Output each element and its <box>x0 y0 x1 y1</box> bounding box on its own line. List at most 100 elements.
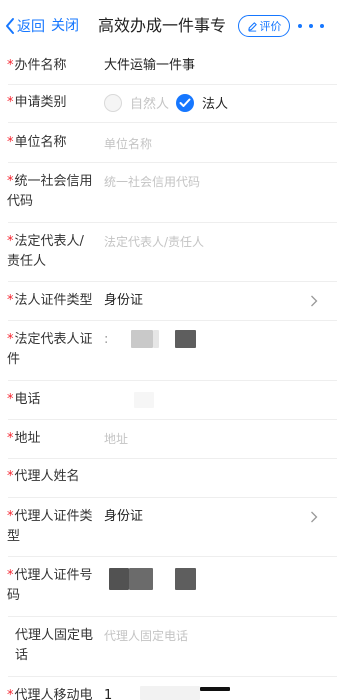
agent-id-type-select[interactable]: 身份证 <box>104 507 143 527</box>
redacted-block <box>200 687 230 691</box>
form-row-legal-rep[interactable]: *法定代表人/责任人 法定代表人/责任人 <box>0 223 337 281</box>
form-row-phone[interactable]: *电话 <box>0 381 337 419</box>
legal-rep-input[interactable]: 法定代表人/责任人 <box>104 232 204 252</box>
radio-label: 自然人 <box>130 97 170 112</box>
unit-name-input[interactable]: 单位名称 <box>104 134 152 154</box>
label-text: 申请类别 <box>14 95 67 110</box>
label-text: 型 <box>7 529 21 544</box>
field-label: *法人证件类型 <box>7 291 97 311</box>
back-label: 返回 <box>17 19 45 35</box>
label-text: 法定代表人/ <box>14 234 84 249</box>
radio-legal-person[interactable]: 法人 <box>176 93 228 112</box>
back-button[interactable]: 返回 <box>4 15 45 37</box>
field-label: *统一社会信用代码 <box>7 172 97 212</box>
label-text: 件 <box>7 352 21 367</box>
radio-natural-person[interactable]: 自然人 <box>104 93 169 112</box>
form-row-agent-name[interactable]: *代理人姓名 <box>0 459 337 497</box>
label-text: 代理人证件类 <box>14 509 93 524</box>
required-mark: * <box>7 95 14 110</box>
required-mark: * <box>7 392 14 407</box>
credit-code-input[interactable]: 统一社会信用代码 <box>104 172 200 192</box>
field-label: *法定代表人证件 <box>7 330 97 370</box>
label-text: 法人证件类型 <box>14 293 93 308</box>
redacted-block <box>140 686 200 700</box>
form-row-agent-id-type[interactable]: *代理人证件类型 身份证 <box>0 498 337 556</box>
field-label: *代理人移动电 <box>7 686 97 700</box>
form-row-agent-landline[interactable]: 代理人固定电话 代理人固定电话 <box>0 617 337 676</box>
label-text: 统一社会信用 <box>14 174 93 189</box>
pencil-icon <box>247 21 257 32</box>
field-label: *地址 <box>7 429 97 449</box>
required-mark: * <box>7 568 14 583</box>
review-label: 评价 <box>259 20 282 33</box>
form-row-legal-id-type[interactable]: *法人证件类型 身份证 <box>0 282 337 320</box>
chevron-left-icon <box>6 18 14 34</box>
form-row-case-name: *办件名称 大件运输一件事 <box>0 52 337 84</box>
more-dot-icon <box>320 24 324 28</box>
more-dot-icon <box>298 24 302 28</box>
form-row-credit-code[interactable]: *统一社会信用 代码 统一社会信用代码 <box>0 163 337 222</box>
required-mark: * <box>7 174 14 189</box>
required-mark: * <box>7 293 14 308</box>
redacted-block <box>175 568 196 590</box>
required-mark: * <box>7 431 14 446</box>
field-label: 代理人固定电话 <box>7 626 97 666</box>
redacted-block <box>175 330 196 348</box>
navigation-bar: 返回 关闭 高效办成一件事专 评价 <box>0 0 337 52</box>
required-mark: * <box>7 332 14 347</box>
radio-label: 法人 <box>202 97 229 112</box>
redacted-block <box>134 392 154 408</box>
form-row-legal-id-number[interactable]: *法定代表人证件 : <box>0 321 337 380</box>
field-label: *代理人证件类型 <box>7 507 97 547</box>
redacted-block <box>129 568 153 590</box>
label-text: 代理人固定电 <box>15 628 94 643</box>
case-name-value: 大件运输一件事 <box>104 58 196 73</box>
redacted-block <box>109 568 129 590</box>
close-button[interactable]: 关闭 <box>51 15 79 37</box>
chevron-right-icon <box>311 295 318 307</box>
label-text: 单位名称 <box>14 135 67 150</box>
chevron-right-icon <box>311 511 318 523</box>
field-label: *单位名称 <box>7 133 97 153</box>
radio-unchecked-icon <box>104 93 122 112</box>
required-mark: * <box>7 58 14 73</box>
required-mark: * <box>7 135 14 150</box>
form-row-address[interactable]: *地址 地址 <box>0 420 337 458</box>
redacted-block <box>131 330 153 348</box>
label-text: 码 <box>7 588 21 603</box>
required-mark: * <box>7 234 14 249</box>
field-label: *办件名称 <box>7 56 97 76</box>
redacted-block <box>153 330 159 348</box>
checkmark-icon <box>176 93 194 112</box>
label-text: 代理人移动电 <box>14 688 93 700</box>
form-row-unit-name[interactable]: *单位名称 单位名称 <box>0 123 337 162</box>
required-mark: * <box>7 469 14 484</box>
label-text: 地址 <box>14 431 41 446</box>
form-row-agent-id-number[interactable]: *代理人证件号码 <box>0 557 337 616</box>
agent-mobile-prefix: 1 <box>104 688 113 700</box>
field-label: *法定代表人/责任人 <box>7 232 97 272</box>
label-text: 代理人证件号 <box>14 568 93 583</box>
form-row-applicant-type: *申请类别 自然人 法人 <box>0 85 337 121</box>
page-title: 高效办成一件事专 <box>98 16 227 35</box>
agent-landline-input[interactable]: 代理人固定电话 <box>104 626 188 646</box>
required-mark: * <box>7 688 14 700</box>
field-label: *代理人证件号码 <box>7 566 97 606</box>
label-text: 法定代表人证 <box>14 332 93 347</box>
label-text: 话 <box>15 648 29 663</box>
field-label: *代理人姓名 <box>7 467 97 487</box>
form-row-agent-mobile[interactable]: *代理人移动电 1 <box>0 677 337 700</box>
label-text: 电话 <box>14 392 41 407</box>
required-mark: * <box>7 509 14 524</box>
label-text: 代理人姓名 <box>14 469 80 484</box>
label-text: 责任人 <box>7 254 47 269</box>
review-button[interactable]: 评价 <box>238 15 290 37</box>
legal-id-prefix: : <box>104 332 109 347</box>
address-input[interactable]: 地址 <box>104 429 128 449</box>
more-options-button[interactable] <box>298 15 324 37</box>
field-label: *电话 <box>7 390 97 410</box>
label-text: 代码 <box>7 194 34 209</box>
label-text: 办件名称 <box>14 58 67 73</box>
field-label: *申请类别 <box>7 93 97 113</box>
legal-id-type-select[interactable]: 身份证 <box>104 291 143 311</box>
